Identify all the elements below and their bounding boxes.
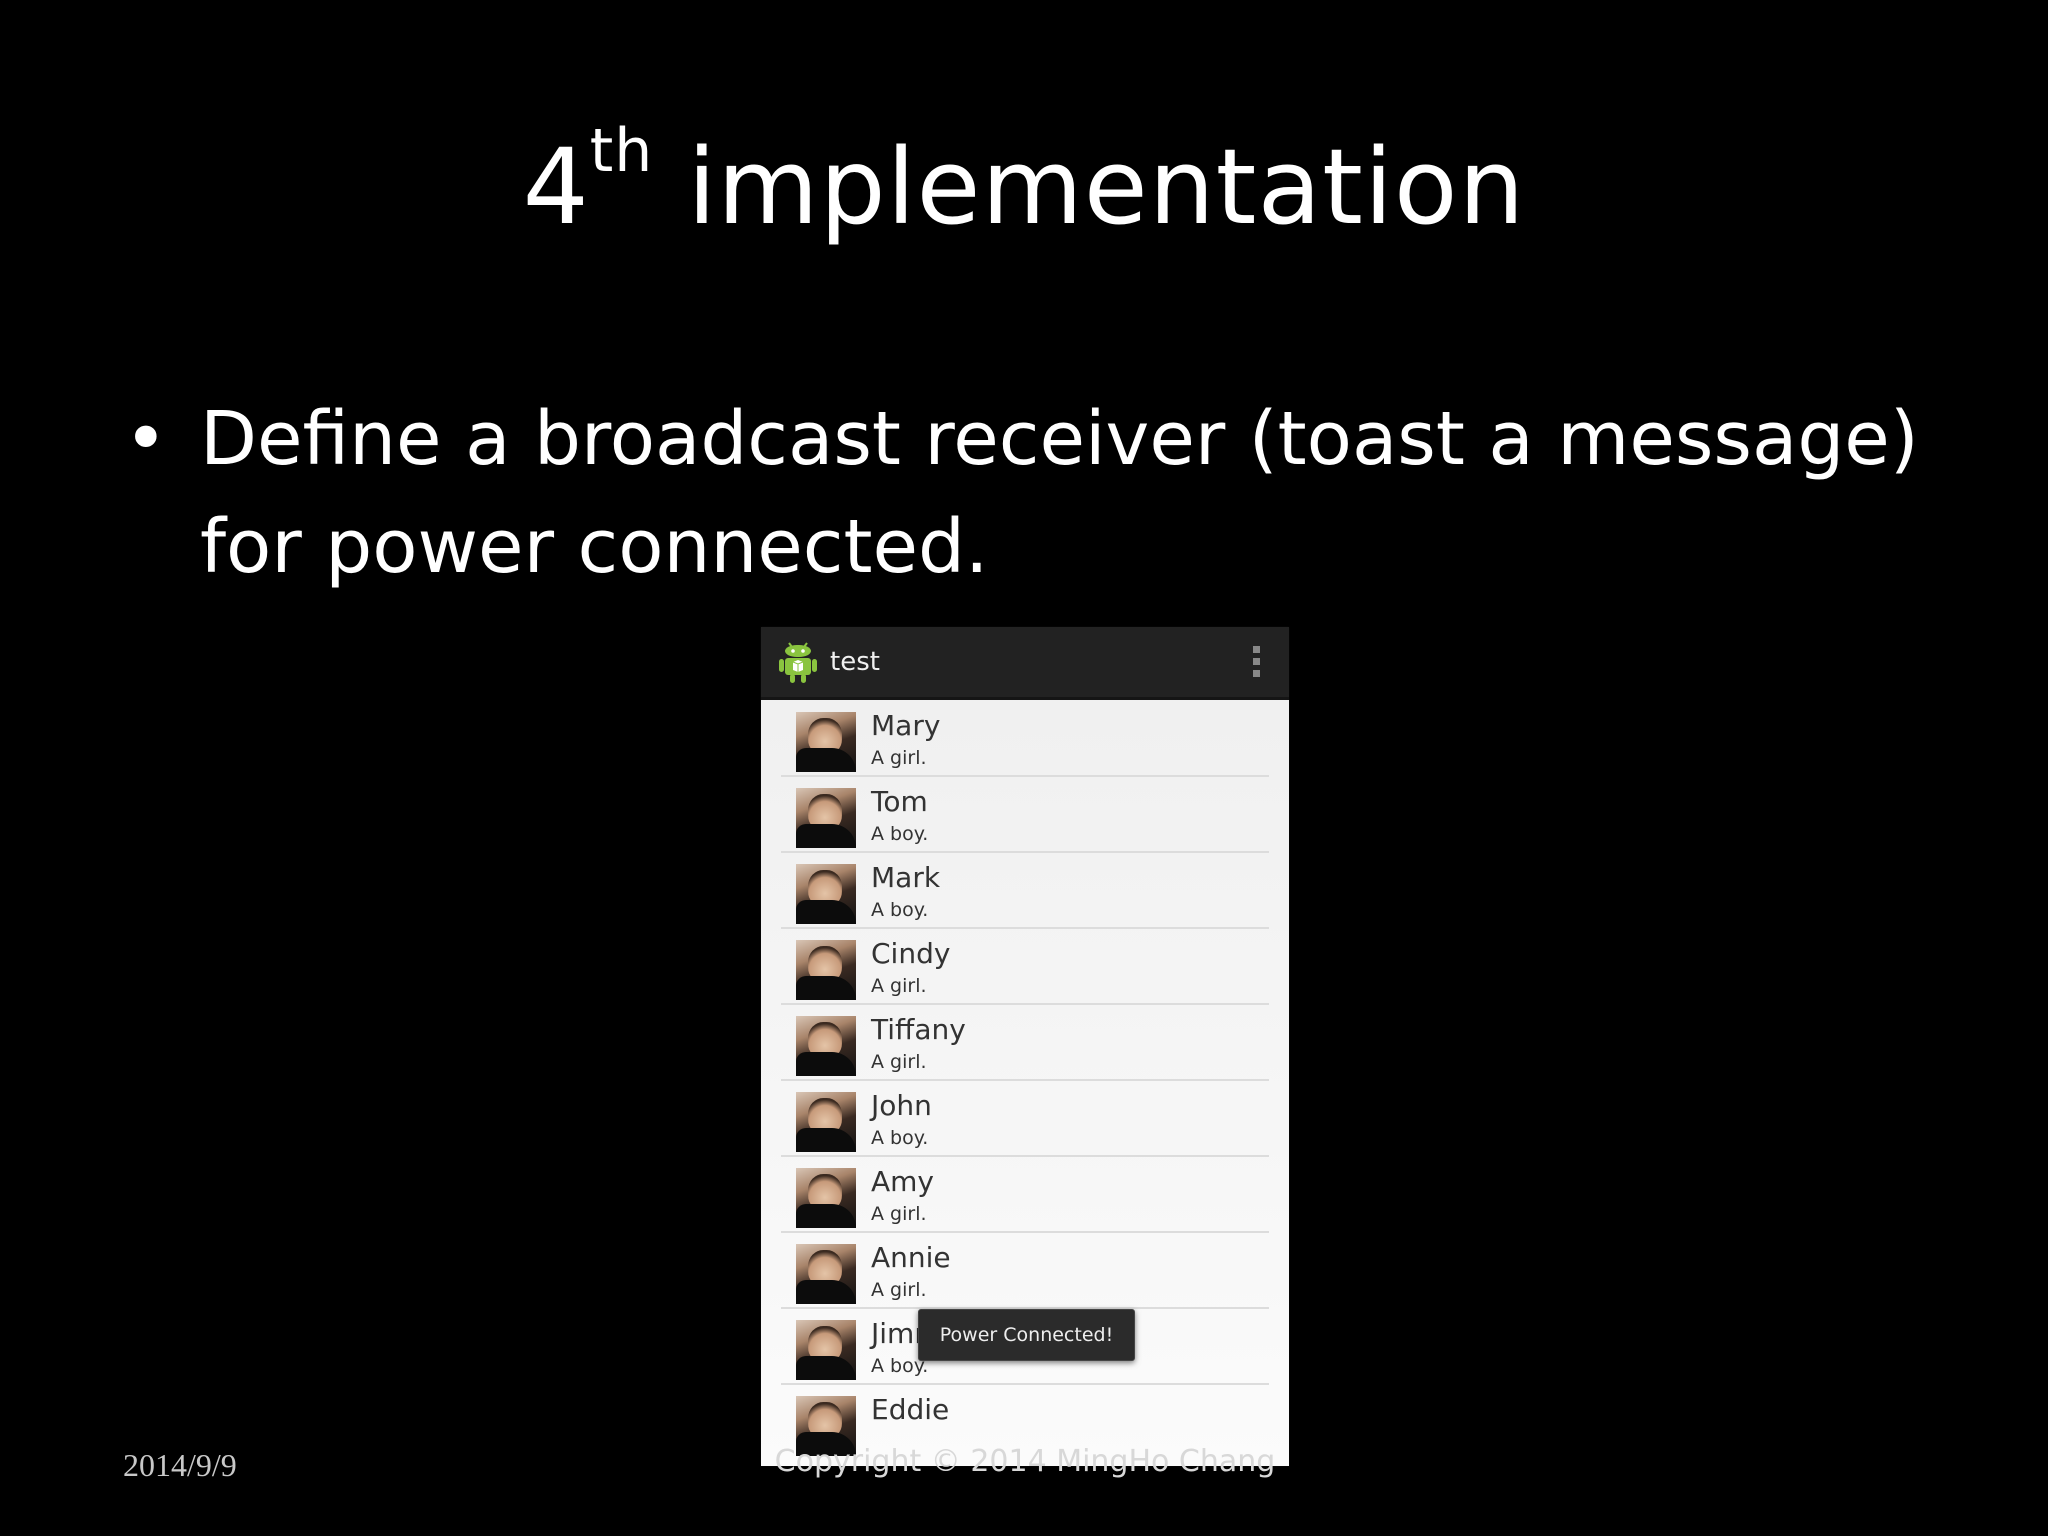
list-item-description: A boy.	[871, 823, 929, 845]
avatar	[796, 940, 856, 1000]
list-item-description: A girl.	[871, 975, 927, 997]
bullet-text: Define a broadcast receiver (toast a mes…	[200, 396, 1919, 590]
list-item[interactable]: John A boy.	[781, 1080, 1269, 1157]
overflow-menu-icon[interactable]	[1253, 646, 1261, 680]
avatar	[796, 1168, 856, 1228]
list-item-name: Mary	[871, 709, 941, 742]
list-item-description: A girl.	[871, 1279, 927, 1301]
list-item-name: John	[871, 1089, 932, 1122]
action-bar: test	[761, 627, 1289, 700]
avatar	[796, 864, 856, 924]
avatar	[796, 1016, 856, 1076]
android-robot-icon	[779, 642, 817, 683]
list-item-description: A girl.	[871, 747, 927, 769]
title-superscript: th	[589, 116, 654, 186]
list-item-name: Cindy	[871, 937, 951, 970]
list-item[interactable]: Amy A girl.	[781, 1156, 1269, 1233]
avatar	[796, 1092, 856, 1152]
footer-date: 2014/9/9	[123, 1447, 237, 1483]
avatar	[796, 1320, 856, 1380]
avatar	[796, 788, 856, 848]
bullet-point: • Define a broadcast receiver (toast a m…	[124, 385, 1984, 601]
list-item-name: Tiffany	[871, 1013, 966, 1046]
list-item-description: A girl.	[871, 1203, 927, 1225]
list-item-description: A boy.	[871, 899, 929, 921]
bullet-icon: •	[124, 396, 168, 482]
list-item-name: Annie	[871, 1241, 951, 1274]
list-item[interactable]: Mark A boy.	[781, 852, 1269, 929]
list-item-description: A boy.	[871, 1127, 929, 1149]
footer-copyright: Copyright © 2014 MingHo Chang	[774, 1444, 1276, 1479]
list-item-description: A girl.	[871, 1051, 927, 1073]
list-item-name: Amy	[871, 1165, 934, 1198]
list-item[interactable]: Cindy A girl.	[781, 928, 1269, 1005]
list-item[interactable]: Tiffany A girl.	[781, 1004, 1269, 1081]
list-item-name: Mark	[871, 861, 941, 894]
list-item[interactable]: Annie A girl.	[781, 1232, 1269, 1309]
list-item[interactable]: Mary A girl.	[781, 700, 1269, 777]
title-number: 4	[522, 126, 590, 248]
list-item[interactable]: Tom A boy.	[781, 776, 1269, 853]
list-item-name: Tom	[871, 785, 928, 818]
slide-title: 4th implementation	[0, 118, 2048, 244]
title-text: implementation	[653, 126, 1526, 248]
app-title: test	[830, 647, 880, 677]
list-item-name: Eddie	[871, 1393, 950, 1426]
avatar	[796, 712, 856, 772]
toast-message: Power Connected!	[918, 1309, 1135, 1361]
avatar	[796, 1244, 856, 1304]
